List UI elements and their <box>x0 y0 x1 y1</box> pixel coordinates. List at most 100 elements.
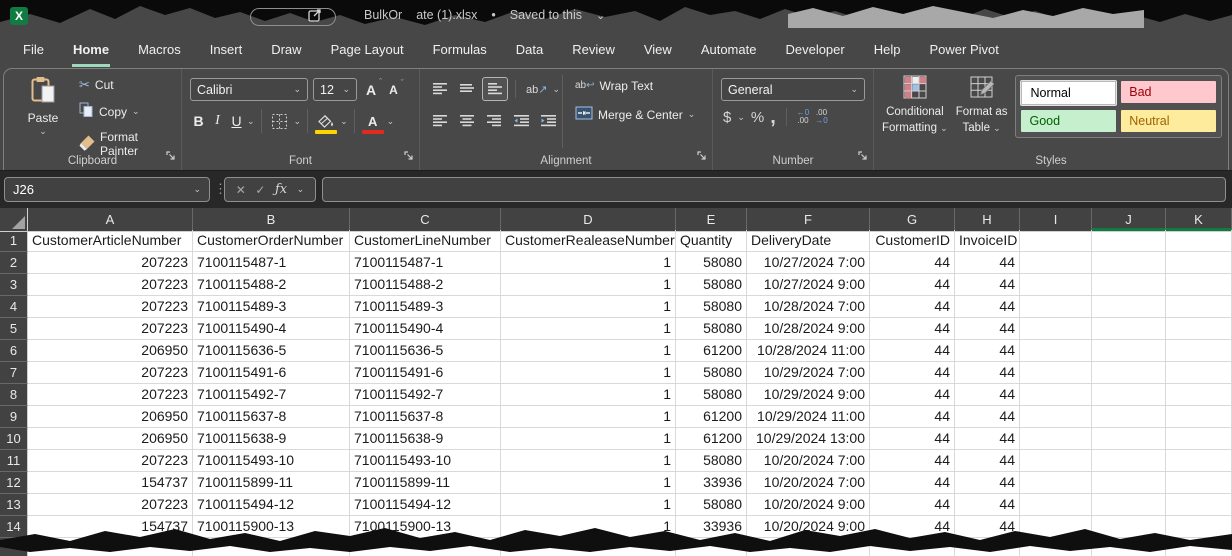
cell-G13[interactable]: 44 <box>870 494 955 516</box>
enter-icon[interactable]: ✓ <box>255 183 265 197</box>
cell-H8[interactable]: 44 <box>955 384 1020 406</box>
cell-B3[interactable]: 7100115488-2 <box>193 274 350 296</box>
number-format-select[interactable]: General ⌄ <box>721 78 865 101</box>
cell-C13[interactable]: 7100115494-12 <box>350 494 501 516</box>
cell-G7[interactable]: 44 <box>870 362 955 384</box>
cell-G8[interactable]: 44 <box>870 384 955 406</box>
cell-I5[interactable] <box>1020 318 1092 340</box>
tab-automate[interactable]: Automate <box>700 33 758 67</box>
increase-indent-icon[interactable] <box>536 110 560 132</box>
cell-E3[interactable]: 58080 <box>676 274 747 296</box>
cell-I3[interactable] <box>1020 274 1092 296</box>
copy-button[interactable]: Copy ⌄ <box>76 100 181 123</box>
row-header-9[interactable]: 9 <box>0 406 28 428</box>
cell-H5[interactable]: 44 <box>955 318 1020 340</box>
cell-G6[interactable]: 44 <box>870 340 955 362</box>
cell-D4[interactable]: 1 <box>501 296 676 318</box>
row-header-11[interactable]: 11 <box>0 450 28 472</box>
formula-input[interactable] <box>322 177 1226 202</box>
cell-I13[interactable] <box>1020 494 1092 516</box>
increase-decimal-button[interactable]: ←0 .00 <box>797 109 809 125</box>
col-header-D[interactable]: D <box>501 208 676 232</box>
cell-I9[interactable] <box>1020 406 1092 428</box>
cell-H1[interactable]: InvoiceID <box>955 230 1020 252</box>
cell-E5[interactable]: 58080 <box>676 318 747 340</box>
cell-K11[interactable] <box>1166 450 1232 472</box>
cancel-icon[interactable]: ✕ <box>236 183 246 197</box>
cell-B6[interactable]: 7100115636-5 <box>193 340 350 362</box>
cell-B11[interactable]: 7100115493-10 <box>193 450 350 472</box>
cell-A1[interactable]: CustomerArticleNumber <box>28 230 193 252</box>
cell-F1[interactable]: DeliveryDate <box>747 230 870 252</box>
cell-F12[interactable]: 10/20/2024 7:00 <box>747 472 870 494</box>
cell-F8[interactable]: 10/29/2024 9:00 <box>747 384 870 406</box>
cell-H3[interactable]: 44 <box>955 274 1020 296</box>
copy-chevron-down-icon[interactable]: ⌄ <box>132 107 140 116</box>
cell-I12[interactable] <box>1020 472 1092 494</box>
cell-K7[interactable] <box>1166 362 1232 384</box>
merge-center-button[interactable]: Merge & Center ⌄ <box>572 104 698 125</box>
cell-F4[interactable]: 10/28/2024 7:00 <box>747 296 870 318</box>
cell-F6[interactable]: 10/28/2024 11:00 <box>747 340 870 362</box>
comma-style-button[interactable]: , <box>770 112 776 122</box>
font-dialog-launcher-icon[interactable] <box>404 148 414 166</box>
align-center-icon[interactable] <box>455 110 479 132</box>
cell-C2[interactable]: 7100115487-1 <box>350 252 501 274</box>
font-size-select[interactable]: 12 ⌄ <box>313 78 357 101</box>
cell-style-good[interactable]: Good <box>1021 110 1116 132</box>
cell-E11[interactable]: 58080 <box>676 450 747 472</box>
name-box[interactable]: J26 ⌄ <box>4 177 210 202</box>
col-header-G[interactable]: G <box>870 208 955 232</box>
cell-F5[interactable]: 10/28/2024 9:00 <box>747 318 870 340</box>
format-as-table-button[interactable]: Format as Table ⌄ <box>956 75 1008 136</box>
insert-function-icon[interactable]: ƒx <box>275 182 287 197</box>
cell-J11[interactable] <box>1092 450 1166 472</box>
cell-H9[interactable]: 44 <box>955 406 1020 428</box>
cut-button[interactable]: ✂ Cut <box>76 75 181 95</box>
cell-A12[interactable]: 154737 <box>28 472 193 494</box>
cell-H13[interactable]: 44 <box>955 494 1020 516</box>
cell-E4[interactable]: 58080 <box>676 296 747 318</box>
italic-button[interactable]: I <box>209 113 226 129</box>
tab-view[interactable]: View <box>643 33 673 67</box>
cell-D12[interactable]: 1 <box>501 472 676 494</box>
underline-button[interactable]: U <box>228 113 245 129</box>
cell-B8[interactable]: 7100115492-7 <box>193 384 350 406</box>
excel-logo-icon[interactable]: X <box>10 7 28 25</box>
cell-C1[interactable]: CustomerLineNumber <box>350 230 501 252</box>
cell-D5[interactable]: 1 <box>501 318 676 340</box>
cell-F10[interactable]: 10/29/2024 13:00 <box>747 428 870 450</box>
borders-chevron-down-icon[interactable]: ⌄ <box>294 117 302 126</box>
row-header-6[interactable]: 6 <box>0 340 28 362</box>
cell-C7[interactable]: 7100115491-6 <box>350 362 501 384</box>
cell-G3[interactable]: 44 <box>870 274 955 296</box>
cell-F11[interactable]: 10/20/2024 7:00 <box>747 450 870 472</box>
clipboard-dialog-launcher-icon[interactable] <box>166 148 176 166</box>
cell-J6[interactable] <box>1092 340 1166 362</box>
tab-draw[interactable]: Draw <box>270 33 302 67</box>
tab-file[interactable]: File <box>22 33 45 67</box>
cell-C10[interactable]: 7100115638-9 <box>350 428 501 450</box>
cell-I10[interactable] <box>1020 428 1092 450</box>
decrease-indent-icon[interactable] <box>509 110 533 132</box>
cell-K4[interactable] <box>1166 296 1232 318</box>
cell-B5[interactable]: 7100115490-4 <box>193 318 350 340</box>
cell-J10[interactable] <box>1092 428 1166 450</box>
increase-font-size-button[interactable]: Aˆ <box>362 82 380 98</box>
cell-I11[interactable] <box>1020 450 1092 472</box>
cell-B9[interactable]: 7100115637-8 <box>193 406 350 428</box>
cell-B7[interactable]: 7100115491-6 <box>193 362 350 384</box>
cell-A9[interactable]: 206950 <box>28 406 193 428</box>
underline-chevron-down-icon[interactable]: ⌄ <box>247 117 255 126</box>
cell-C6[interactable]: 7100115636-5 <box>350 340 501 362</box>
font-color-button[interactable]: A <box>361 110 385 132</box>
cell-K5[interactable] <box>1166 318 1232 340</box>
cell-D3[interactable]: 1 <box>501 274 676 296</box>
share-icon[interactable] <box>308 8 322 27</box>
cell-E8[interactable]: 58080 <box>676 384 747 406</box>
cell-F9[interactable]: 10/29/2024 11:00 <box>747 406 870 428</box>
cell-K12[interactable] <box>1166 472 1232 494</box>
font-color-chevron-down-icon[interactable]: ⌄ <box>387 117 395 126</box>
cell-G11[interactable]: 44 <box>870 450 955 472</box>
align-top-icon[interactable] <box>428 78 452 100</box>
